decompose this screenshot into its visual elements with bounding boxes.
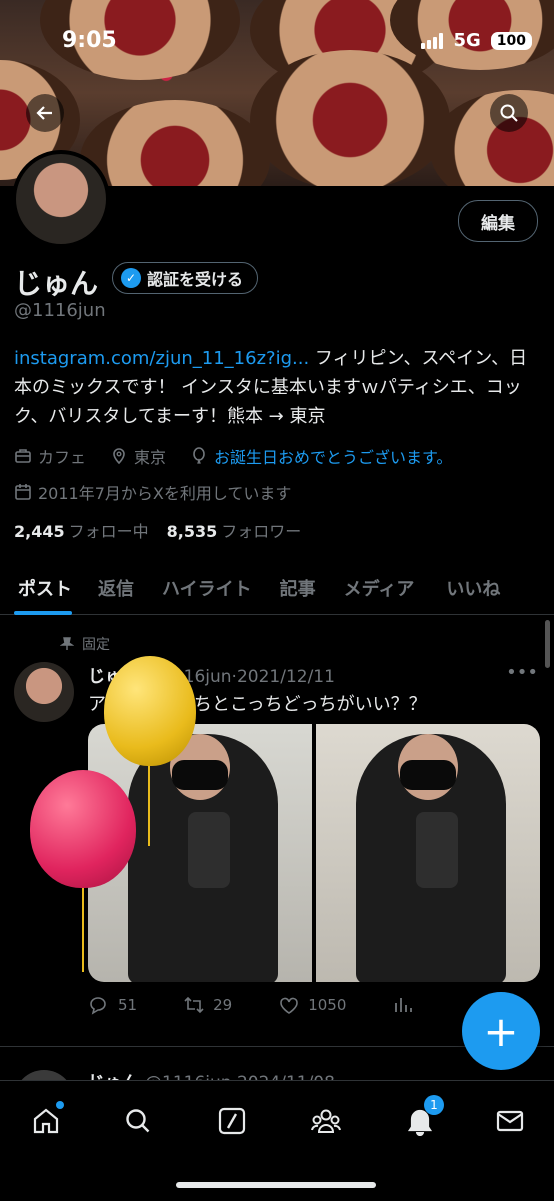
repost-icon [184, 996, 204, 1014]
grok-icon [218, 1107, 246, 1135]
edit-profile-button[interactable]: 編集 [458, 200, 538, 242]
communities-icon [311, 1109, 341, 1133]
location-label: 東京 [134, 448, 167, 467]
nav-communities[interactable] [306, 1101, 346, 1141]
verified-check-icon: ✓ [121, 268, 141, 288]
reply-count: 51 [118, 996, 138, 1014]
tab-highlights[interactable]: ハイライト [148, 562, 266, 614]
profile-bio: instagram.com/zjun_11_16z?ig... フィリピン、スペ… [14, 344, 540, 431]
status-indicators: 5G 100 [421, 30, 532, 51]
network-label: 5G [453, 30, 481, 51]
views-chart-icon [395, 998, 413, 1012]
tab-posts[interactable]: ポスト [0, 562, 86, 615]
get-verified-button[interactable]: ✓ 認証を受ける [112, 262, 259, 294]
tab-media[interactable]: メディア [330, 562, 429, 614]
pinned-label: 固定 [82, 637, 110, 653]
search-icon [500, 104, 518, 122]
reply-button[interactable]: 51 [88, 994, 137, 1016]
profile-handle: @1116jun [14, 300, 106, 321]
pin-icon [60, 637, 74, 650]
home-unread-dot [56, 1101, 64, 1109]
repost-button[interactable]: 29 [183, 994, 232, 1016]
repost-count: 29 [213, 996, 233, 1014]
following-link[interactable]: 2,445 フォロー中 [14, 518, 149, 542]
profile-avatar[interactable] [12, 150, 110, 248]
followers-label: フォロワー [221, 522, 302, 541]
following-label: フォロー中 [68, 522, 149, 541]
home-indicator [176, 1182, 376, 1188]
bio-link[interactable]: instagram.com/zjun_11_16z?ig... [14, 348, 309, 369]
like-count: 1050 [308, 996, 347, 1014]
search-button[interactable] [490, 94, 528, 132]
profile-birthday: お誕生日おめでとうございます。 [190, 444, 452, 468]
get-verified-label: 認証を受ける [147, 270, 244, 289]
status-time: 9:05 [62, 28, 117, 53]
red-balloon-string [82, 888, 84, 972]
back-button[interactable] [26, 94, 64, 132]
red-balloon-decoration [30, 770, 136, 888]
location-pin-icon [113, 448, 125, 465]
nav-search[interactable] [118, 1101, 158, 1141]
plus-icon: + [483, 1006, 519, 1056]
heart-icon [280, 997, 298, 1014]
post-date: 2021/12/11 [236, 667, 335, 687]
like-button[interactable]: 1050 [278, 994, 346, 1016]
nav-grok[interactable] [212, 1101, 252, 1141]
more-options-icon[interactable]: ••• [506, 662, 538, 683]
notifications-badge: 1 [424, 1095, 444, 1115]
yellow-balloon-string [148, 766, 150, 846]
birthday-label[interactable]: お誕生日おめでとうございます。 [214, 444, 452, 468]
profile-joined: 2011年7月からXを利用しています [14, 480, 291, 504]
tab-articles[interactable]: 記事 [266, 562, 330, 614]
tab-replies[interactable]: 返信 [86, 562, 148, 614]
followers-count: 8,535 [166, 522, 218, 541]
pinned-indicator: 固定 [60, 634, 110, 654]
post-actions: 51 29 1050 [88, 994, 528, 1016]
balloon-icon [193, 447, 205, 464]
category-label: カフェ [38, 448, 87, 467]
follow-stats: 2,445 フォロー中 8,535 フォロワー [14, 518, 301, 542]
post-image-compression-shirt[interactable] [316, 724, 540, 982]
views-button[interactable] [392, 994, 414, 1016]
nav-home[interactable] [26, 1101, 66, 1141]
scrollbar[interactable] [545, 620, 550, 668]
nav-messages[interactable] [490, 1101, 530, 1141]
battery-icon: 100 [490, 31, 532, 50]
following-count: 2,445 [14, 522, 65, 541]
profile-category: カフェ [14, 444, 86, 468]
signal-icon [421, 32, 444, 49]
post-avatar[interactable] [14, 662, 74, 722]
back-arrow-icon [36, 106, 52, 120]
nav-notifications[interactable]: 1 [400, 1095, 444, 1141]
reply-icon [90, 997, 106, 1015]
joined-label: 2011年7月からXを利用しています [38, 484, 292, 503]
search-icon [126, 1109, 150, 1133]
home-icon [33, 1108, 59, 1134]
mail-icon [496, 1110, 524, 1132]
compose-post-button[interactable]: + [462, 992, 540, 1070]
profile-name: じゅん [14, 267, 99, 300]
tab-likes[interactable]: いいね [428, 562, 514, 614]
profile-tabs: ポスト 返信 ハイライト 記事 メディア いいね [0, 562, 554, 615]
briefcase-icon [15, 449, 31, 463]
profile-location: 東京 [110, 444, 166, 468]
calendar-icon [15, 484, 31, 500]
followers-link[interactable]: 8,535 フォロワー [167, 518, 302, 542]
yellow-balloon-decoration [104, 656, 196, 766]
